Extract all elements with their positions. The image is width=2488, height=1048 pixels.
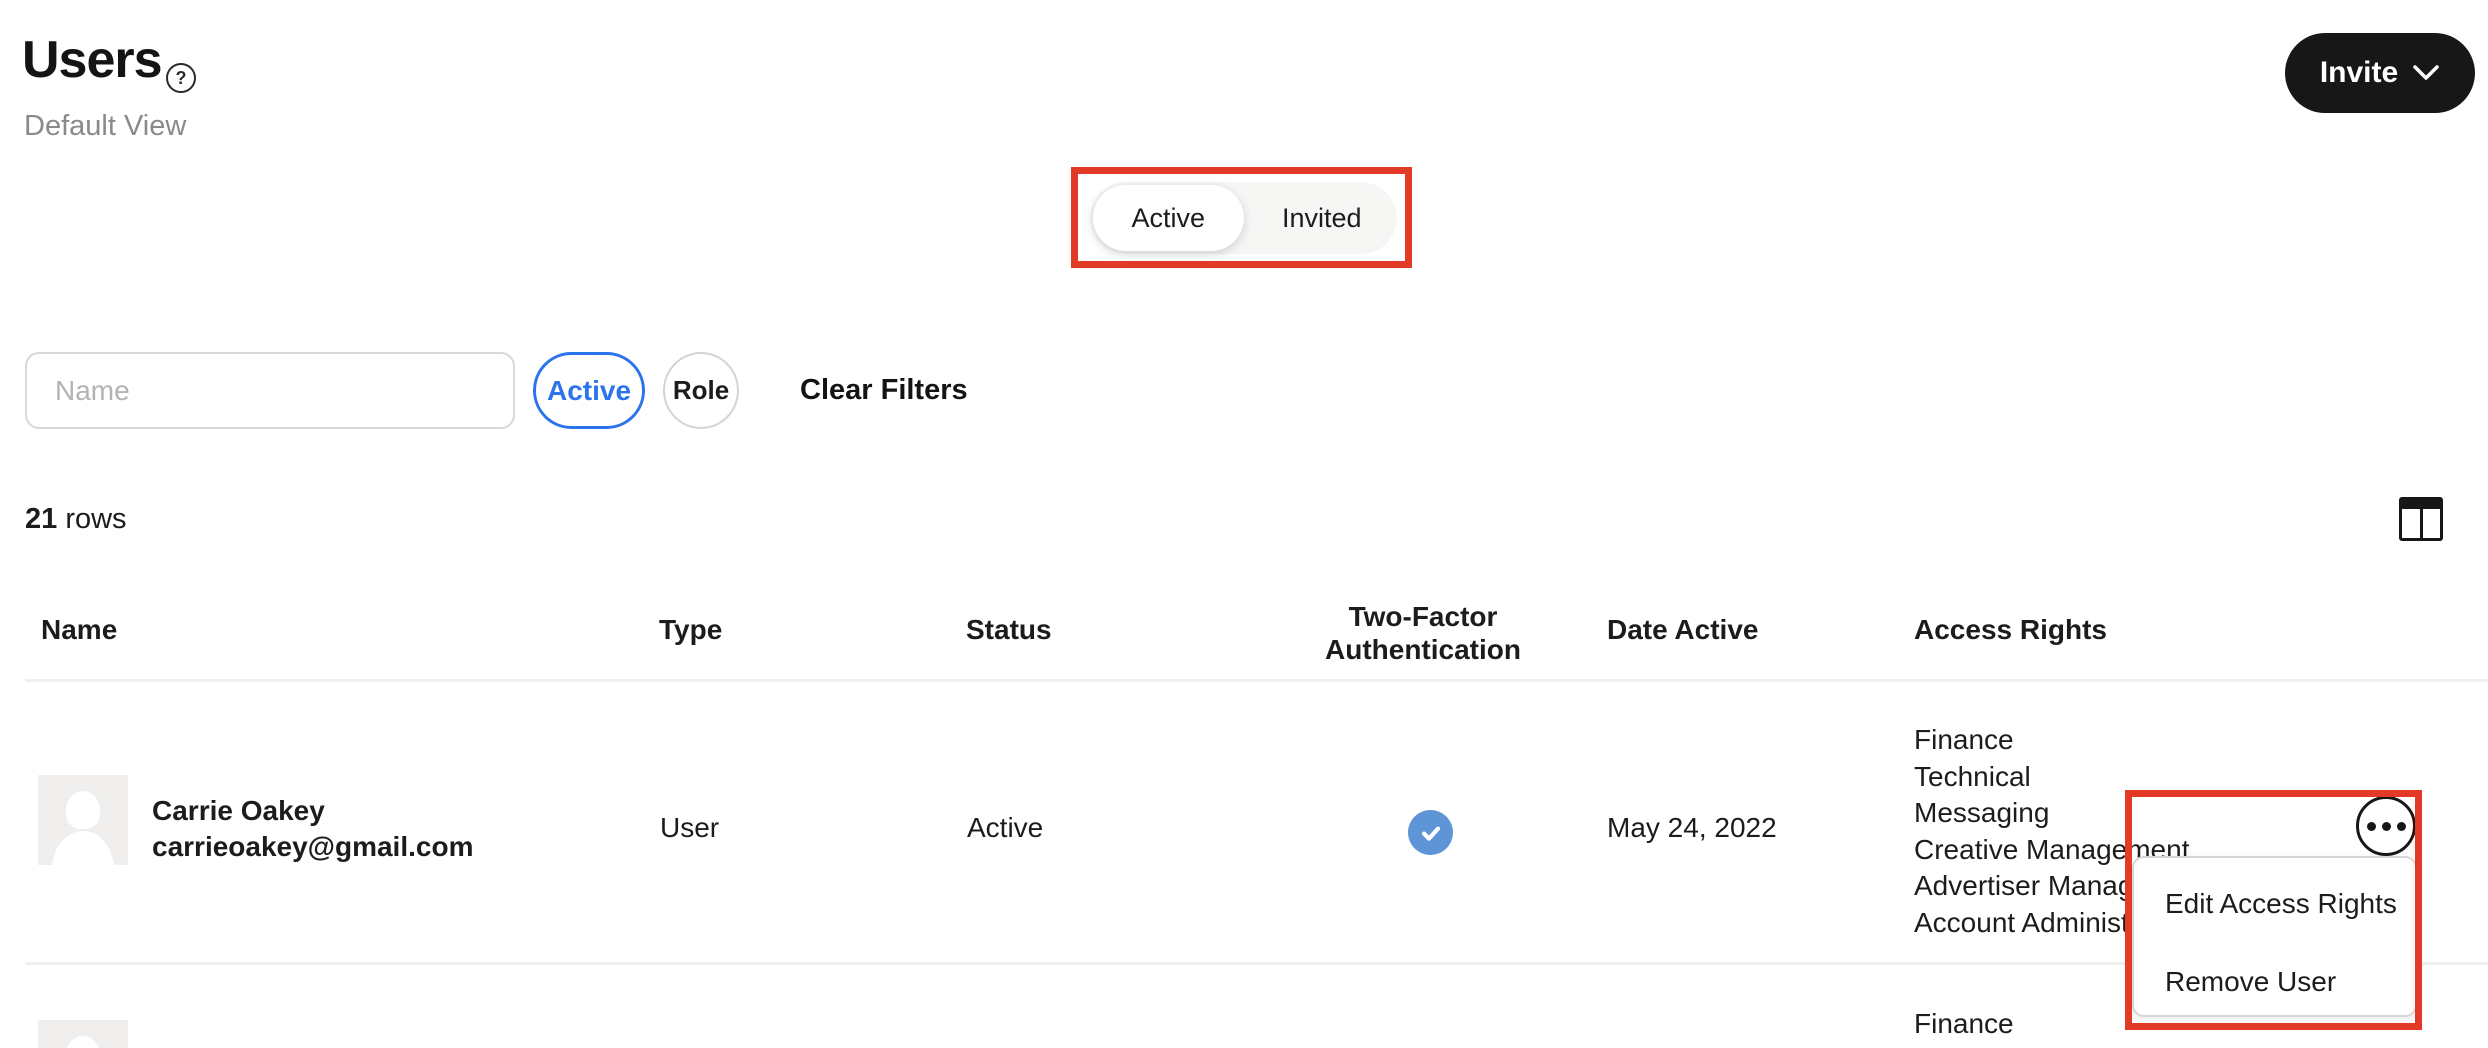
- col-header-access-rights[interactable]: Access Rights: [1914, 595, 2107, 665]
- row-divider: [25, 962, 2488, 965]
- invite-button-label: Invite: [2320, 56, 2398, 90]
- dot: [2397, 822, 2406, 831]
- access-right-item: Finance: [1914, 1006, 2031, 1043]
- menu-item-remove-user[interactable]: Remove User: [2165, 966, 2336, 998]
- clear-filters-button[interactable]: Clear Filters: [800, 374, 968, 407]
- user-date-active: May 24, 2022: [1607, 812, 1777, 844]
- col-header-two-factor[interactable]: Two-Factor Authentication: [1273, 600, 1573, 666]
- column-settings-icon-bar: [2402, 500, 2440, 509]
- role-filter-pill[interactable]: Role: [663, 352, 739, 429]
- row-count: 21 rows: [25, 503, 127, 536]
- col-header-two-factor-line2: Authentication: [1273, 633, 1573, 666]
- user-status: Active: [967, 812, 1043, 844]
- col-header-name[interactable]: Name: [41, 595, 117, 665]
- name-filter-input[interactable]: [25, 352, 515, 429]
- row-count-label: rows: [65, 503, 126, 535]
- user-name: Carrie Oakey: [152, 795, 325, 827]
- dot: [2382, 822, 2391, 831]
- person-silhouette-icon: [66, 791, 100, 829]
- chevron-down-icon: [2412, 64, 2440, 82]
- access-right-item: Technical: [1914, 1043, 2031, 1048]
- row-actions-menu: Edit Access Rights Remove User: [2132, 856, 2417, 1017]
- dot: [2367, 822, 2376, 831]
- users-page: Users ? Default View Invite Active Invit…: [0, 0, 2488, 1048]
- header-divider: [25, 679, 2488, 682]
- col-header-status[interactable]: Status: [966, 595, 1052, 665]
- active-filter-pill[interactable]: Active: [533, 352, 645, 429]
- avatar: [38, 1020, 128, 1048]
- col-header-date-active[interactable]: Date Active: [1607, 595, 1758, 665]
- access-right-item: Technical: [1914, 759, 2211, 796]
- access-right-item: Messaging: [1914, 795, 2211, 832]
- row-count-number: 21: [25, 503, 57, 535]
- help-icon[interactable]: ?: [166, 63, 196, 93]
- invite-button[interactable]: Invite: [2285, 33, 2475, 113]
- status-tabs: Active Invited: [1090, 182, 1397, 254]
- view-subtitle: Default View: [24, 110, 186, 143]
- col-header-two-factor-line1: Two-Factor: [1273, 600, 1573, 633]
- person-silhouette-icon: [66, 1036, 100, 1048]
- user-type: User: [660, 812, 719, 844]
- avatar: [38, 775, 128, 865]
- row-actions-button[interactable]: [2356, 796, 2416, 856]
- user-email: carrieoakey@gmail.com: [152, 831, 473, 863]
- tab-invited[interactable]: Invited: [1247, 182, 1398, 254]
- page-title: Users: [22, 30, 162, 90]
- column-settings-icon[interactable]: [2399, 497, 2443, 541]
- tab-active[interactable]: Active: [1093, 185, 1244, 251]
- person-silhouette-body: [52, 831, 114, 865]
- menu-item-edit-access-rights[interactable]: Edit Access Rights: [2165, 888, 2397, 920]
- two-factor-check-icon: [1408, 810, 1453, 855]
- access-right-item: Finance: [1914, 722, 2211, 759]
- access-rights-list: Finance Technical: [1914, 1006, 2031, 1048]
- column-settings-icon-divider: [2420, 509, 2423, 538]
- col-header-type[interactable]: Type: [659, 595, 722, 665]
